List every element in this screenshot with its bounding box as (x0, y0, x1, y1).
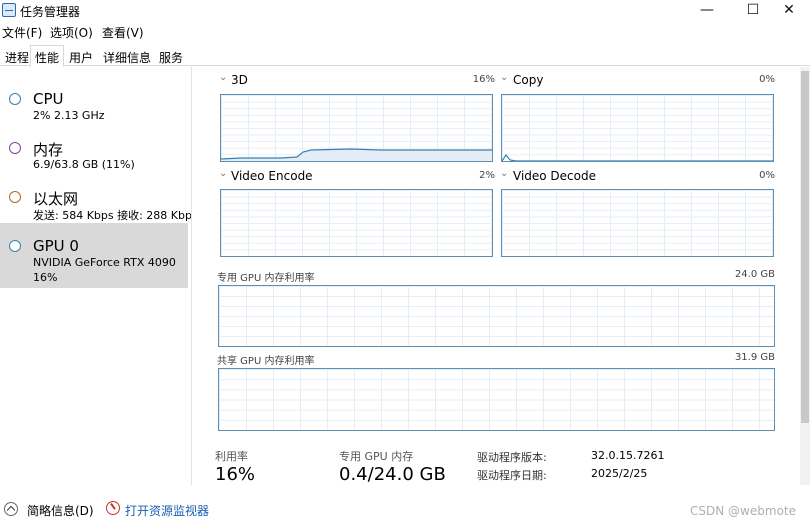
dedicated-gpu-memory-label: 专用 GPU 内存 (339, 450, 414, 463)
utilization-label: 利用率 (215, 450, 248, 463)
open-resource-monitor-link[interactable]: 打开资源监视器 (125, 502, 209, 519)
vertical-scrollbar[interactable] (800, 67, 810, 485)
shared-memory-label: 共享 GPU 内存利用率 (217, 356, 315, 367)
graph-3d-line (221, 148, 492, 161)
menu-options[interactable]: 选项(O) (50, 24, 93, 41)
ethernet-indicator-icon (9, 191, 21, 203)
graph-encode (220, 189, 493, 257)
sidebar-item-name: 以太网 (33, 190, 79, 208)
driver-date-value: 2025/2/25 (591, 467, 648, 480)
utilization-value: 16% (215, 464, 256, 485)
sidebar-item-name: GPU 0 (33, 237, 79, 255)
footer-bar: 简略信息(D) 打开资源监视器 CSDN @webmote (0, 496, 810, 524)
chevron-up-icon[interactable] (4, 502, 18, 516)
graph-decode (501, 189, 774, 257)
dedicated-memory-label: 专用 GPU 内存利用率 (217, 273, 315, 284)
menu-file[interactable]: 文件(F) (2, 24, 42, 41)
sidebar-item-name: 内存 (33, 141, 64, 159)
graph-encode-label[interactable]: Video Encode (231, 169, 313, 183)
gpu-graphs-panel: ⌄ 3D 16% ⌄ Copy 0% ⌄ Video Encode 2% ⌄ V… (195, 67, 800, 485)
graph-3d-percent: 16% (472, 74, 495, 85)
chevron-down-icon[interactable]: ⌄ (219, 168, 227, 179)
dedicated-memory-line (219, 286, 775, 347)
graph-copy (501, 94, 774, 162)
sidebar-item-ethernet[interactable]: 以太网 发送: 584 Kbps 接收: 288 Kbps (0, 174, 192, 223)
graph-encode-percent: 2% (479, 170, 495, 181)
graph-shared-memory (218, 368, 775, 431)
menu-view[interactable]: 查看(V) (102, 24, 144, 41)
graph-copy-line (502, 153, 773, 161)
driver-version-label: 驱动程序版本: (477, 451, 547, 464)
sidebar-item-detail: 2% 2.13 GHz (33, 109, 105, 122)
close-button[interactable]: ✕ (766, 0, 810, 22)
graph-3d (220, 94, 493, 162)
chevron-down-icon[interactable]: ⌄ (500, 168, 508, 179)
sidebar-item-percent: 16% (33, 271, 58, 284)
dedicated-gpu-memory-value: 0.4/24.0 GB (339, 464, 446, 485)
gpu-indicator-icon (9, 240, 21, 252)
fewer-details-button[interactable]: 简略信息(D) (27, 502, 94, 519)
resource-sidebar: CPU 2% 2.13 GHz 内存 6.9/63.8 GB (11%) 以太网… (0, 67, 192, 485)
minimize-button[interactable]: — (684, 0, 730, 22)
tab-services[interactable]: 服务 (154, 45, 188, 66)
sidebar-item-name: CPU (33, 90, 64, 108)
memory-indicator-icon (9, 142, 21, 154)
chevron-down-icon[interactable]: ⌄ (500, 72, 508, 83)
sidebar-item-detail: 6.9/63.8 GB (11%) (33, 158, 135, 171)
driver-date-label: 驱动程序日期: (477, 469, 547, 482)
window-title: 任务管理器 (20, 5, 81, 19)
chevron-down-icon[interactable]: ⌄ (219, 72, 227, 83)
shared-memory-max: 31.9 GB (734, 352, 775, 363)
scrollbar-thumb[interactable] (801, 71, 809, 423)
sidebar-item-gpu0[interactable]: GPU 0 NVIDIA GeForce RTX 4090 16% (0, 223, 188, 288)
sidebar-item-detail: 发送: 584 Kbps 接收: 288 Kbps (33, 209, 192, 222)
graph-copy-percent: 0% (759, 74, 775, 85)
tab-bar: 进程 性能 用户 详细信息 服务 (0, 44, 810, 67)
tab-details[interactable]: 详细信息 (98, 45, 156, 66)
graph-dedicated-memory (218, 285, 775, 347)
graph-copy-label[interactable]: Copy (513, 73, 543, 87)
tab-processes[interactable]: 进程 (0, 45, 34, 66)
dedicated-memory-max: 24.0 GB (734, 269, 775, 280)
tab-users[interactable]: 用户 (64, 45, 98, 66)
sidebar-item-detail: NVIDIA GeForce RTX 4090 (33, 256, 176, 269)
sidebar-item-cpu[interactable]: CPU 2% 2.13 GHz (0, 76, 190, 125)
cpu-indicator-icon (9, 93, 21, 105)
graph-decode-label[interactable]: Video Decode (513, 169, 596, 183)
driver-version-value: 32.0.15.7261 (591, 449, 665, 462)
graph-3d-label[interactable]: 3D (231, 73, 248, 87)
tab-performance[interactable]: 性能 (30, 45, 65, 67)
task-manager-icon (2, 3, 16, 17)
sidebar-item-memory[interactable]: 内存 6.9/63.8 GB (11%) (0, 125, 190, 174)
graph-decode-percent: 0% (759, 170, 775, 181)
title-bar: 任务管理器 — ☐ ✕ (0, 0, 810, 22)
resource-monitor-icon[interactable] (106, 501, 120, 515)
watermark-text: CSDN @webmote (690, 504, 796, 518)
shared-memory-line (219, 369, 775, 431)
